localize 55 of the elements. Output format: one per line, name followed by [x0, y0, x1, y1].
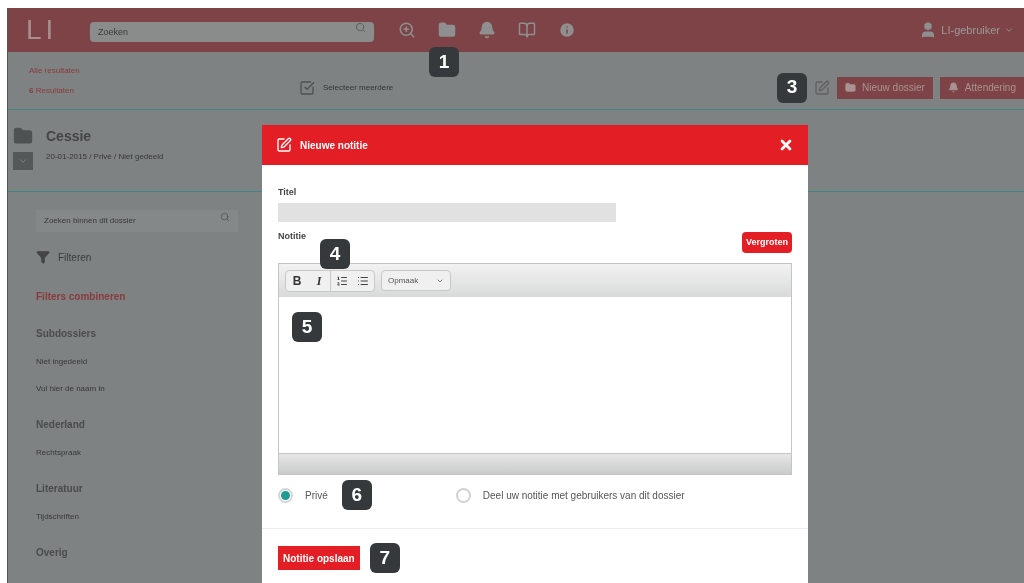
- sidebar-item[interactable]: Rechtspraak: [36, 446, 238, 459]
- caret-icon: [18, 156, 28, 166]
- add-note-icon: [276, 137, 292, 153]
- numbered-list-icon: [335, 274, 348, 287]
- bold-button[interactable]: B: [286, 270, 308, 291]
- dossier-title: Cessie: [46, 127, 93, 146]
- callout-number: 3: [777, 72, 808, 103]
- save-note-button[interactable]: Notitie opslaan: [278, 546, 360, 570]
- dropdown-toggle[interactable]: [13, 152, 33, 170]
- sidebar-item[interactable]: Niet ingedeeld: [36, 355, 238, 368]
- logo: LI: [26, 13, 59, 47]
- bullet-list-icon: [357, 274, 369, 287]
- callout-number: 4: [320, 239, 350, 269]
- title-field[interactable]: [278, 202, 616, 222]
- bell-icon: [947, 82, 959, 93]
- radio-label: Deel uw notitie met gebruikers van dit dossier: [482, 488, 685, 503]
- dossier-meta: 20-01-2015 / Privé / Niet gedeeld: [46, 151, 164, 163]
- radio-button[interactable]: [278, 487, 293, 503]
- radio-button[interactable]: [455, 487, 471, 503]
- enlarge-button[interactable]: Vergroten: [742, 232, 792, 253]
- field-label: Titel: [278, 186, 298, 199]
- search-icon[interactable]: [355, 22, 366, 33]
- search-icon[interactable]: [220, 212, 230, 222]
- bell-icon[interactable]: [478, 21, 496, 39]
- results-count: 6 Resultaten: [29, 84, 75, 97]
- checkbox-icon: [299, 79, 315, 96]
- action-button[interactable]: Nieuw dossier: [837, 76, 933, 99]
- dialog-title: Nieuwe notitie: [300, 138, 368, 153]
- search-plus-icon[interactable]: [398, 21, 416, 39]
- info-icon[interactable]: [558, 21, 576, 39]
- format-dropdown[interactable]: Opmaak: [381, 270, 451, 291]
- folder-icon: [13, 126, 33, 146]
- action-button[interactable]: Attendering: [939, 76, 1024, 99]
- dossier-search-field[interactable]: Zoeken binnen dit dossier: [36, 209, 238, 232]
- filter-button[interactable]: Filteren: [36, 249, 238, 265]
- user-menu[interactable]: LI-gebruiker: [941, 21, 1014, 39]
- callout-number: 7: [369, 543, 400, 573]
- italic-button[interactable]: I: [308, 270, 330, 291]
- all-results-link[interactable]: Alle resultaten: [29, 64, 299, 77]
- funnel-icon: [36, 250, 50, 264]
- select-multiple-button[interactable]: Selecteer meerdere: [299, 79, 394, 96]
- callout-number: 6: [341, 480, 372, 510]
- book-icon[interactable]: [518, 21, 536, 39]
- search-field[interactable]: Zoeken: [90, 22, 374, 42]
- callout-number: 1: [429, 47, 459, 77]
- callout-number: 5: [292, 312, 322, 342]
- add-note-icon[interactable]: [814, 79, 831, 96]
- field-label: Notitie: [278, 229, 306, 243]
- caret-icon: [1004, 25, 1014, 35]
- folder-icon[interactable]: [438, 21, 456, 39]
- combine-filters-link[interactable]: Filters combineren: [36, 288, 238, 304]
- close-button[interactable]: [778, 137, 794, 153]
- sidebar-item[interactable]: Tijdschriften: [36, 510, 238, 523]
- folder-icon: [845, 82, 857, 93]
- radio-label: Privé: [305, 488, 328, 503]
